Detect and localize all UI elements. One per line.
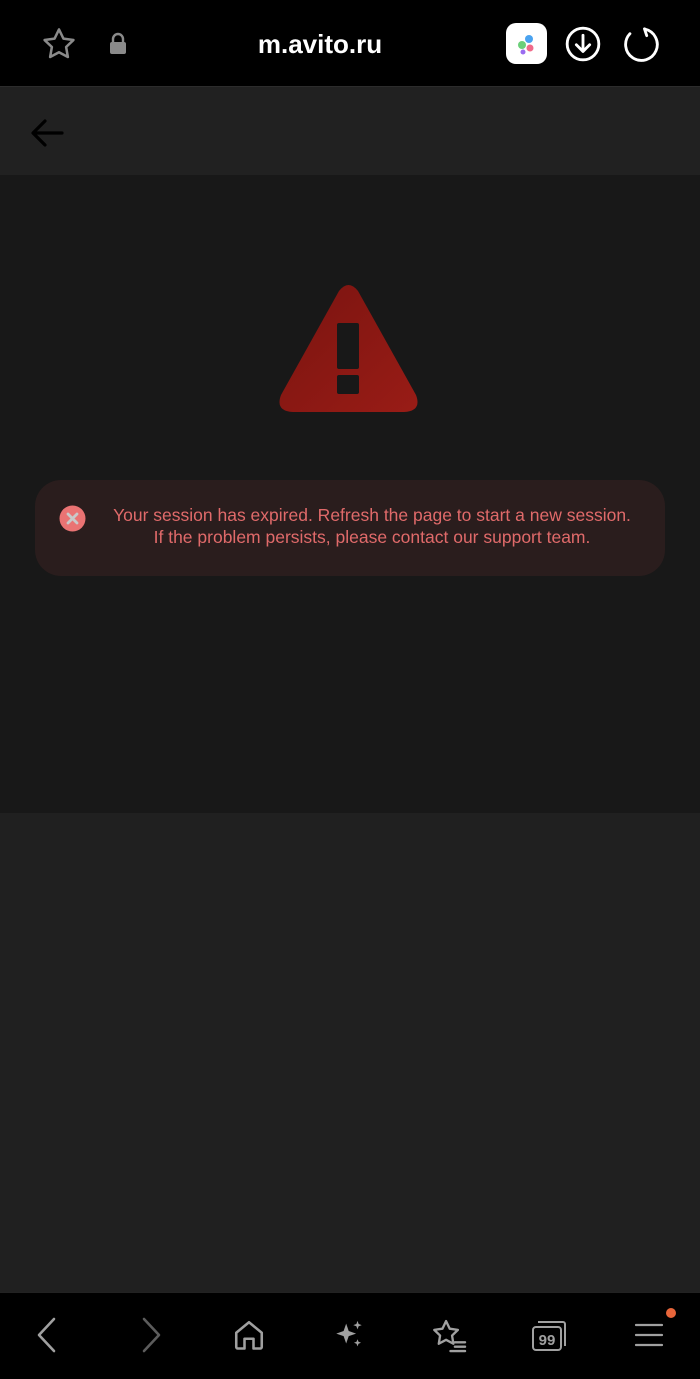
alert-message: Your session has expired. Refresh the pa… <box>97 504 647 548</box>
browser-page: m.avito.ru Your session has expired. Ref… <box>0 0 700 1379</box>
forward-icon[interactable] <box>128 1313 172 1357</box>
sparkle-icon[interactable] <box>327 1313 371 1357</box>
back-icon[interactable] <box>26 1313 70 1357</box>
site-header <box>0 86 700 175</box>
warning-icon <box>276 283 421 415</box>
tabs-icon[interactable]: 99 <box>527 1313 571 1357</box>
alert-message-line1: Your session has expired. Refresh the pa… <box>113 505 631 525</box>
download-icon[interactable] <box>563 24 603 64</box>
app-icon[interactable] <box>506 23 547 64</box>
star-icon[interactable] <box>39 24 79 64</box>
error-icon <box>59 505 86 532</box>
browser-bottom-bar: 99 <box>0 1292 700 1379</box>
alert-message-line2: If the problem persists, please contact … <box>153 527 591 547</box>
tab-count: 99 <box>539 1332 556 1349</box>
session-expired-alert: Your session has expired. Refresh the pa… <box>35 480 665 576</box>
url-text[interactable]: m.avito.ru <box>200 26 440 62</box>
menu-icon[interactable] <box>627 1313 671 1357</box>
main-content: Your session has expired. Refresh the pa… <box>0 175 700 813</box>
back-arrow-icon[interactable] <box>26 113 68 153</box>
reload-icon[interactable] <box>621 24 661 64</box>
notification-dot <box>666 1308 676 1318</box>
bookmarks-icon[interactable] <box>427 1313 471 1357</box>
lock-icon <box>98 24 138 64</box>
browser-top-bar: m.avito.ru <box>0 0 700 86</box>
home-icon[interactable] <box>227 1313 271 1357</box>
